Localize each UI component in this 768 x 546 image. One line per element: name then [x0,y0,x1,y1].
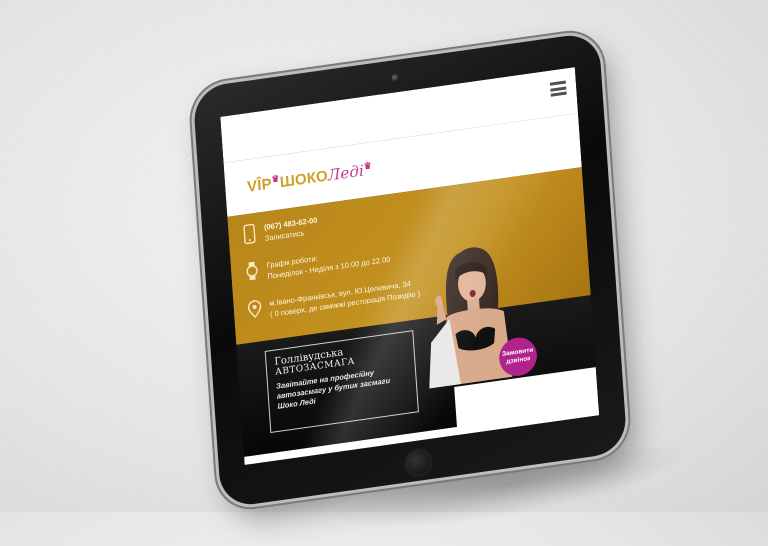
tablet-device: VÎP♛ШОКОЛеді♛ (067) 483-62-00 Записатись… [192,31,628,509]
hamburger-icon[interactable] [549,80,567,97]
crown-icon: ♛ [363,160,373,172]
logo-vip: VÎP [246,175,273,196]
hero-text-box: Голлівудська АВТОЗАСМАГА Завітайте на пр… [264,330,419,434]
tablet-screen: VÎP♛ШОКОЛеді♛ (067) 483-62-00 Записатись… [220,67,600,465]
logo-shoko: ШОКО [279,167,329,192]
smartphone-icon [240,223,259,249]
address-row[interactable]: м.Івано-Франківськ, вул. Ю.Целевича, 34 … [245,277,420,323]
map-pin-icon [245,299,264,323]
site-logo[interactable]: VÎP♛ШОКОЛеді♛ [247,160,373,196]
watch-icon [243,261,262,285]
phone-row[interactable]: (067) 483-62-00 Записатись [240,214,319,248]
schedule-row: Графік роботи: Понеділок - Неділя з 10.0… [243,243,391,286]
logo-ledi: Леді [327,161,365,185]
